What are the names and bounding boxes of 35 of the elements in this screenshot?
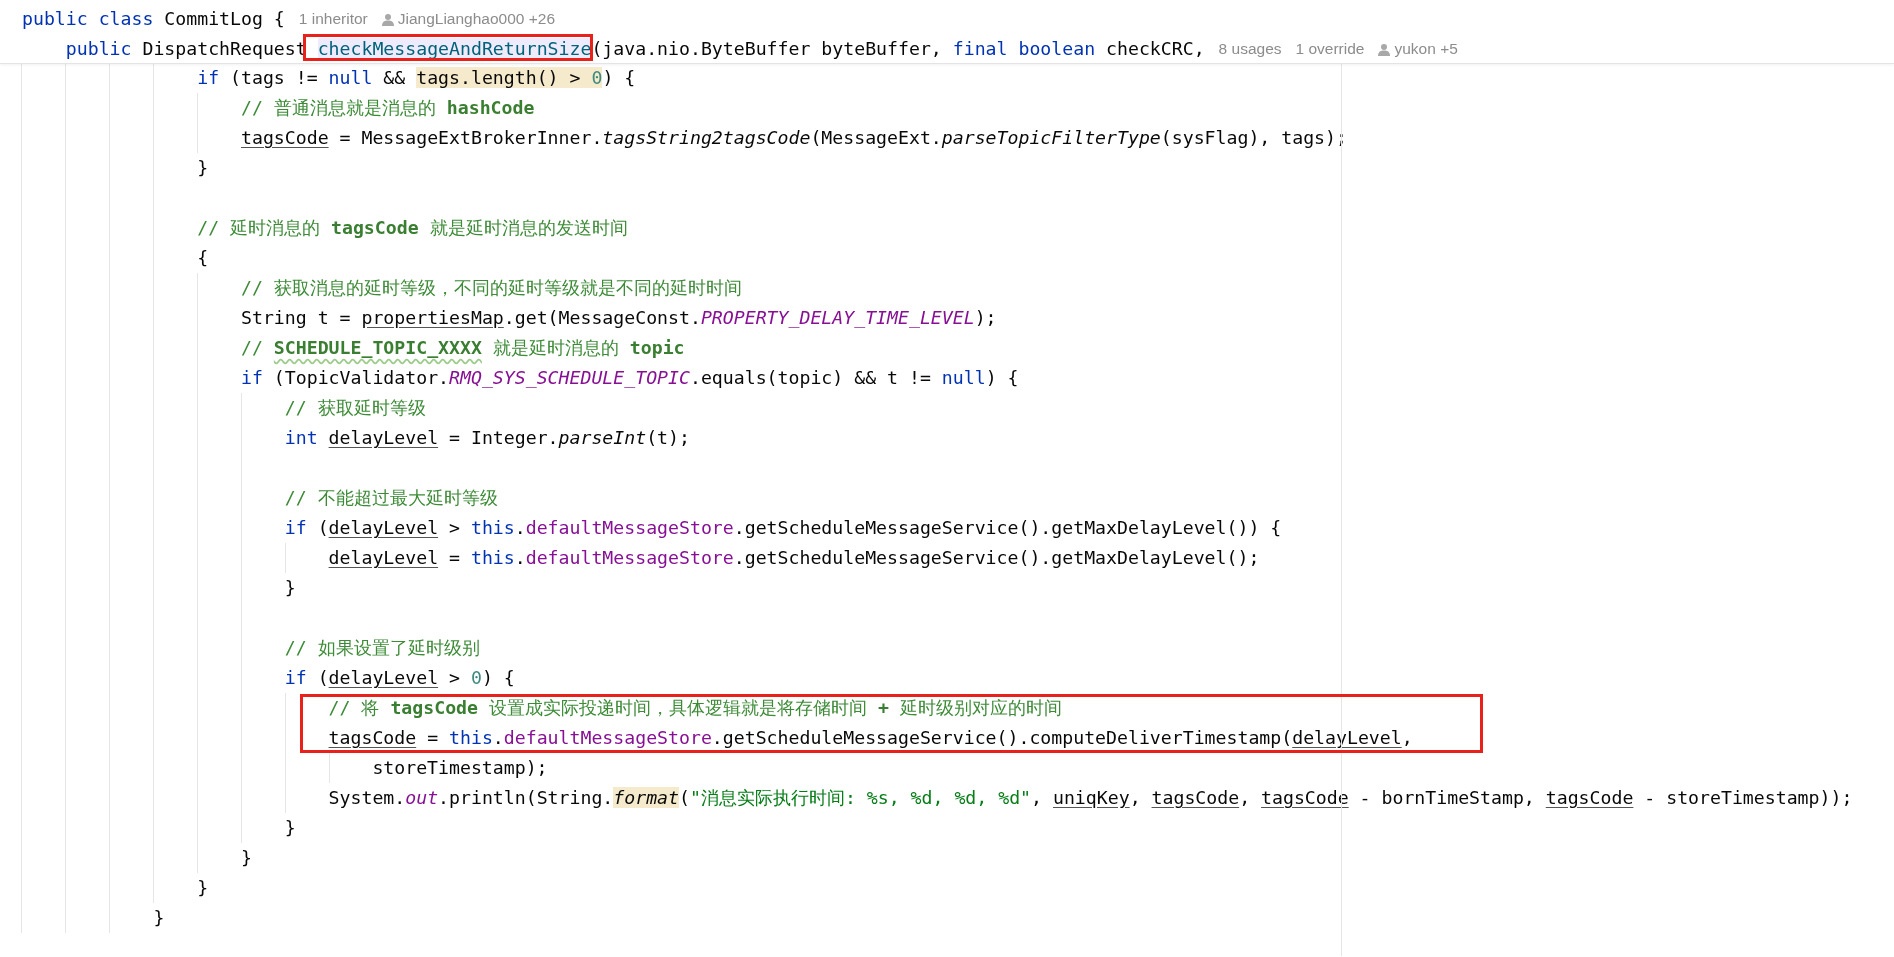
code-line: // 将 tagsCode 设置成实际投递时间，具体逻辑就是将存储时间 + 延时级别对应的时间	[328, 696, 1062, 720]
code-line: }	[241, 846, 252, 870]
user-icon	[1378, 42, 1391, 56]
code-line: if (tags != null && tags.length() > 0) {	[197, 66, 636, 90]
code-line: // 延时消息的 tagsCode 就是延时消息的发送时间	[197, 216, 628, 240]
inlay-hint[interactable]: 8 usages	[1218, 34, 1282, 64]
code-line: }	[284, 816, 296, 840]
code-line: if (delayLevel > this.defaultMessageStore.getScheduleMessageService().getMaxDelayLevel()) {	[284, 516, 1282, 540]
code-line: tagsCode = this.defaultMessageStore.getScheduleMessageService().computeDeliverTimestamp(delayLevel,	[328, 726, 1413, 750]
code-line: // 不能超过最大延时等级	[284, 486, 498, 510]
code-line: String t = propertiesMap.get(MessageConst.PROPERTY_DELAY_TIME_LEVEL);	[241, 306, 997, 330]
code-line: }	[197, 156, 209, 180]
inlay-hint[interactable]: yukon +5	[1394, 34, 1458, 64]
code-line: System.out.println(String.format("消息实际执行时间: %s, %d, %d, %d", uniqKey, tagsCode, tagsCode - bornTimeStamp, tagsCode - storeTimestamp));	[328, 786, 1853, 810]
inlay-hint[interactable]: 1 override	[1295, 34, 1365, 64]
code-line: // 普通消息就是消息的 hashCode	[241, 96, 535, 120]
user-icon	[381, 12, 394, 26]
code-line: // 获取延时等级	[284, 396, 426, 420]
code-line: public class CommitLog {	[22, 7, 285, 31]
code-line: public DispatchRequest checkMessageAndReturnSize(java.nio.ByteBuffer byteBuffer, final boolean checkCRC,	[65, 37, 1205, 61]
code-line: // 获取消息的延时等级，不同的延时等级就是不同的延时时间	[241, 276, 742, 300]
inlay-hint[interactable]: 1 inheritor	[298, 4, 368, 34]
code-line: if (delayLevel > 0) {	[284, 666, 515, 690]
code-line: // 如果设置了延时级别	[284, 636, 480, 660]
code-line: }	[284, 576, 296, 600]
code-line: }	[153, 906, 165, 930]
code-line: int delayLevel = Integer.parseInt(t);	[284, 426, 690, 450]
code-line: // SCHEDULE_TOPIC_XXXX 就是延时消息的 topic	[241, 336, 685, 360]
code-line: delayLevel = this.defaultMessageStore.getScheduleMessageService().getMaxDelayLevel();	[328, 546, 1260, 570]
inlay-hint[interactable]: JiangLianghao000 +26	[397, 4, 556, 34]
code-line: tagsCode = MessageExtBrokerInner.tagsString2tagsCode(MessageExt.parseTopicFilterType(sysFlag), tags);	[241, 126, 1347, 150]
code-line: }	[197, 876, 209, 900]
code-line: {	[197, 246, 209, 270]
code-line: storeTimestamp);	[372, 756, 548, 780]
code-line: if (TopicValidator.RMQ_SYS_SCHEDULE_TOPIC.equals(topic) && t != null) {	[241, 366, 1019, 390]
